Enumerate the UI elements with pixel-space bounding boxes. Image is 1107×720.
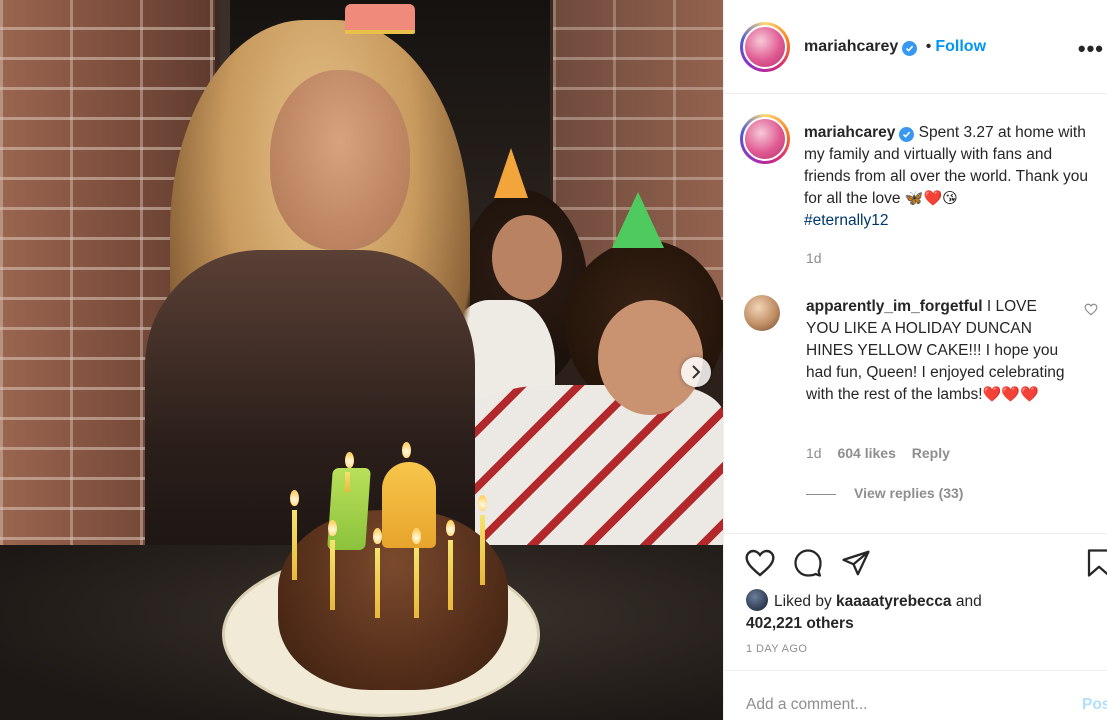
reply-button[interactable]: Reply bbox=[912, 445, 950, 461]
caption: mariahcarey Spent 3.27 at home with my f… bbox=[804, 122, 1100, 232]
view-replies-button[interactable]: View replies (33) bbox=[806, 485, 963, 501]
heart-icon[interactable] bbox=[744, 548, 776, 578]
comment-heart-icon[interactable] bbox=[1084, 303, 1098, 316]
comment-likes[interactable]: 604 likes bbox=[837, 445, 895, 461]
replies-divider bbox=[806, 493, 836, 495]
save-icon[interactable] bbox=[1086, 548, 1107, 578]
liker-username[interactable]: kaaaatyrebecca bbox=[836, 593, 952, 610]
candle bbox=[345, 472, 350, 492]
candle bbox=[480, 515, 485, 585]
girl-face bbox=[492, 215, 562, 300]
caption-age[interactable]: 1d bbox=[806, 250, 822, 266]
candle-flame bbox=[328, 520, 337, 536]
likes-prefix: Liked by bbox=[774, 593, 832, 610]
candle-flame bbox=[412, 528, 421, 544]
comment-age[interactable]: 1d bbox=[806, 445, 822, 461]
party-hat-orange bbox=[494, 148, 528, 198]
candle-flame bbox=[446, 520, 455, 536]
post-photo[interactable] bbox=[0, 0, 723, 720]
share-icon[interactable] bbox=[840, 548, 872, 578]
liker-avatar[interactable] bbox=[746, 589, 768, 611]
header-line: mariahcarey • Follow bbox=[804, 38, 986, 56]
woman-face bbox=[270, 70, 410, 250]
caption-hashtag[interactable]: #eternally12 bbox=[804, 212, 888, 229]
candle bbox=[330, 540, 335, 610]
comment-icon[interactable] bbox=[792, 548, 824, 578]
add-comment-bar: Add a comment... Post bbox=[724, 670, 1107, 720]
verified-icon bbox=[899, 127, 915, 142]
number-candle-2 bbox=[382, 462, 436, 548]
likes-summary: Liked by kaaaatyrebecca and 402,221 othe… bbox=[746, 589, 982, 635]
more-icon[interactable]: ••• bbox=[1078, 36, 1104, 62]
view-replies-label: View replies (33) bbox=[854, 485, 964, 501]
comment-meta: 1d 604 likes Reply bbox=[806, 445, 962, 461]
comment-emojis: ❤️❤️❤️ bbox=[982, 386, 1039, 403]
comment: apparently_im_forgetful I LOVE YOU LIKE … bbox=[806, 296, 1068, 406]
caption-username[interactable]: mariahcarey bbox=[804, 124, 895, 141]
action-bar bbox=[724, 533, 1107, 593]
commenter-avatar[interactable] bbox=[744, 295, 780, 331]
post-comment-button[interactable]: Post bbox=[1082, 696, 1107, 714]
post-sidebar: mariahcarey • Follow ••• mariahcarey Spen… bbox=[723, 0, 1107, 720]
next-arrow-icon bbox=[692, 365, 701, 379]
candle bbox=[292, 510, 297, 580]
likes-others[interactable]: 402,221 others bbox=[746, 615, 854, 632]
candle-flame bbox=[402, 442, 411, 458]
next-photo-button[interactable] bbox=[681, 357, 711, 387]
caption-emojis: 🦋❤️😘 bbox=[904, 190, 958, 207]
author-avatar[interactable] bbox=[740, 22, 790, 72]
candle-flame bbox=[373, 528, 382, 544]
candle-flame bbox=[478, 495, 487, 511]
candle-flame bbox=[290, 490, 299, 506]
candle bbox=[448, 540, 453, 610]
party-hat-green bbox=[612, 192, 664, 248]
comment-input[interactable]: Add a comment... bbox=[746, 696, 867, 714]
candle bbox=[375, 548, 380, 618]
party-hat-pink bbox=[345, 4, 415, 34]
boy-pajama-shirt bbox=[435, 385, 723, 555]
verified-icon bbox=[902, 41, 918, 56]
separator-dot: • bbox=[925, 38, 932, 55]
commenter-username[interactable]: apparently_im_forgetful bbox=[806, 298, 983, 315]
post-header: mariahcarey • Follow ••• bbox=[724, 0, 1107, 94]
caption-avatar[interactable] bbox=[740, 114, 790, 164]
author-username[interactable]: mariahcarey bbox=[804, 38, 898, 55]
candle bbox=[414, 548, 419, 618]
boy-face bbox=[598, 300, 703, 415]
follow-button[interactable]: Follow bbox=[935, 38, 986, 55]
candle-flame bbox=[345, 452, 354, 468]
likes-and: and bbox=[955, 593, 982, 610]
post-date[interactable]: 1 DAY AGO bbox=[746, 643, 807, 655]
